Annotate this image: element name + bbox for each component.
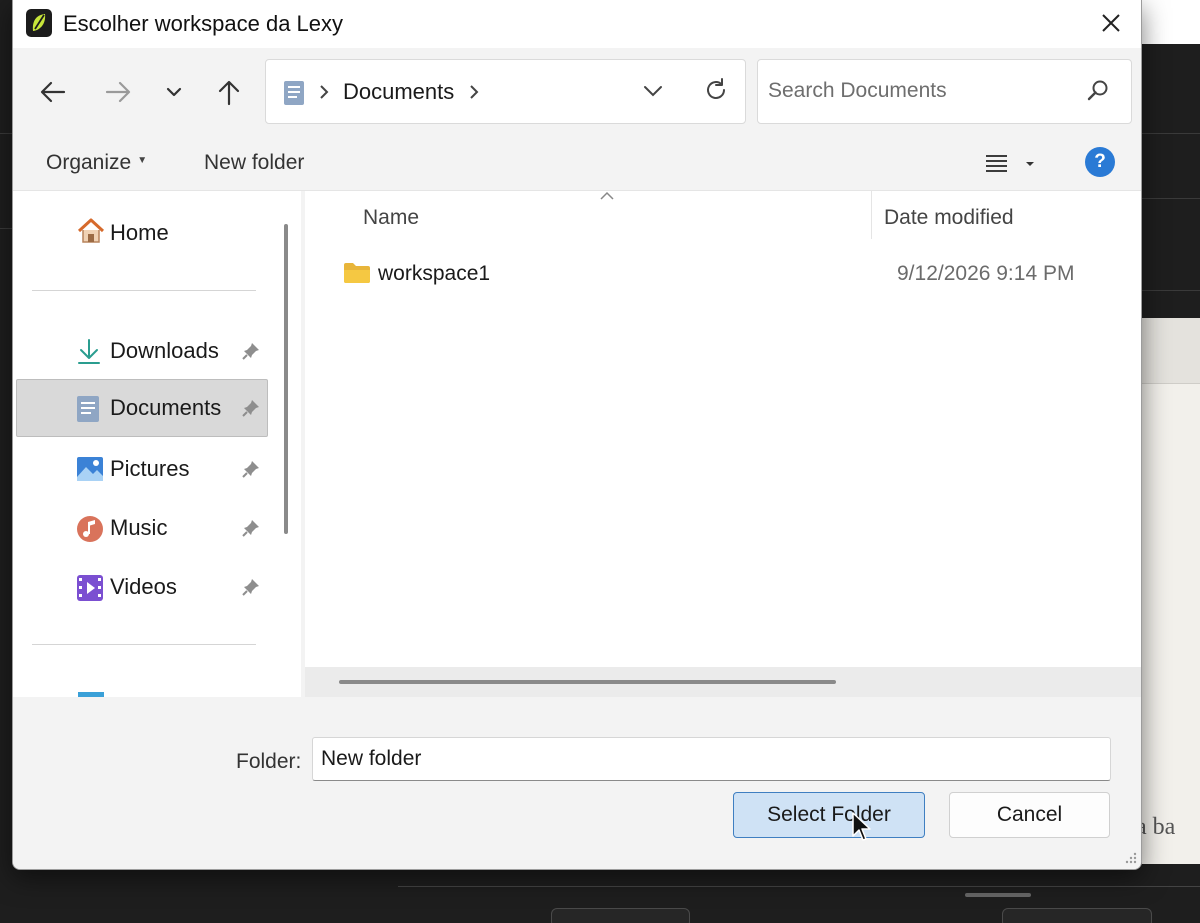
folder-name-input[interactable]: [312, 737, 1111, 781]
sidebar-item-label: Documents: [110, 395, 222, 420]
address-dropdown-button[interactable]: [640, 78, 670, 104]
background-tab: [1002, 908, 1152, 923]
home-icon: [77, 218, 105, 243]
chevron-down-icon: [166, 87, 182, 97]
navigation-bar: Documents: [13, 48, 1141, 134]
sidebar-divider: [32, 290, 256, 291]
sidebar-item-downloads[interactable]: Downloads: [16, 322, 268, 380]
help-button[interactable]: ?: [1085, 147, 1115, 177]
refresh-icon: [707, 78, 725, 99]
sidebar-item-label: Music: [110, 515, 168, 540]
pin-icon[interactable]: [242, 399, 260, 417]
background-drag-handle: [965, 893, 1031, 897]
column-separator[interactable]: [871, 191, 872, 239]
resize-grip-icon[interactable]: [1123, 852, 1137, 866]
videos-icon: [77, 575, 103, 601]
download-icon: [78, 339, 100, 364]
pin-icon[interactable]: [242, 460, 260, 478]
back-button[interactable]: [30, 72, 74, 112]
sidebar-item-videos[interactable]: Videos: [16, 558, 268, 616]
up-button[interactable]: [206, 72, 250, 112]
horizontal-scrollbar-thumb[interactable]: [339, 680, 836, 684]
arrow-up-icon: [218, 80, 240, 106]
column-header-date-modified[interactable]: Date modified: [884, 206, 1014, 230]
title-bar: Escolher workspace da Lexy: [13, 0, 1141, 48]
refresh-button[interactable]: [702, 76, 732, 106]
cancel-button[interactable]: Cancel: [949, 792, 1110, 838]
search-input[interactable]: [768, 76, 1068, 106]
caret-down-icon: ▼: [137, 154, 148, 166]
address-bar[interactable]: Documents: [265, 59, 746, 124]
mouse-cursor-icon: [852, 812, 871, 841]
background-divider: [1142, 198, 1200, 199]
sidebar-item-pictures[interactable]: Pictures: [16, 440, 268, 498]
sidebar-scrollbar-thumb[interactable]: [284, 224, 288, 534]
sort-ascending-icon: [600, 191, 614, 200]
background-window-strip: [1140, 0, 1200, 44]
file-list: Name Date modified workspace1 9/12/2026 …: [305, 191, 1141, 697]
navigation-pane: Home Downloads Documents Pictures Music …: [13, 191, 271, 697]
dialog-footer: Folder: Select Folder Cancel: [13, 697, 1141, 869]
folder-field-label: Folder:: [236, 750, 302, 773]
pin-icon[interactable]: [242, 519, 260, 537]
recent-locations-button[interactable]: [152, 72, 196, 112]
sidebar-item-music[interactable]: Music: [16, 499, 268, 557]
close-button[interactable]: [1081, 0, 1141, 48]
background-tab: [551, 908, 690, 923]
background-document: [1142, 318, 1200, 864]
sidebar-divider: [32, 644, 256, 645]
background-divider: [0, 133, 12, 134]
background-divider: [398, 886, 1200, 887]
documents-icon: [77, 396, 99, 422]
search-icon[interactable]: [1086, 79, 1110, 103]
lexy-leaf-icon: [26, 9, 52, 37]
chevron-right-icon[interactable]: [468, 83, 480, 101]
horizontal-scrollbar[interactable]: [305, 667, 1141, 697]
chevron-down-icon: [644, 86, 662, 97]
pin-icon[interactable]: [242, 578, 260, 596]
pictures-icon: [77, 457, 103, 481]
sidebar-item-label: Downloads: [110, 338, 219, 363]
music-icon: [77, 516, 103, 542]
sidebar-item-label: Pictures: [110, 456, 190, 481]
column-header-name[interactable]: Name: [363, 206, 419, 230]
sidebar-item-label: Videos: [110, 574, 177, 599]
file-row[interactable]: workspace1 9/12/2026 9:14 PM: [305, 249, 1141, 299]
select-folder-button[interactable]: Select Folder: [733, 792, 925, 838]
view-options-icon: [986, 155, 1034, 172]
file-date-modified: 9/12/2026 9:14 PM: [897, 262, 1075, 285]
organize-menu-button[interactable]: Organize ▼: [46, 151, 147, 175]
pin-icon[interactable]: [242, 342, 260, 360]
background-document-header: [1142, 318, 1200, 384]
forward-button[interactable]: [95, 72, 139, 112]
search-box[interactable]: [757, 59, 1132, 124]
documents-icon: [284, 81, 304, 105]
background-divider: [1142, 133, 1200, 134]
file-name: workspace1: [378, 262, 491, 285]
background-divider: [1142, 290, 1200, 291]
arrow-right-icon: [105, 81, 131, 103]
folder-picker-dialog: Escolher workspace da Lexy Documents Sea…: [12, 0, 1142, 870]
command-bar: Organize ▼ New folder ?: [13, 134, 1141, 191]
arrow-left-icon: [40, 81, 66, 103]
sidebar-item-documents[interactable]: Documents: [16, 379, 268, 437]
organize-label: Organize: [46, 151, 132, 174]
close-icon: [1102, 14, 1120, 32]
view-options-button[interactable]: [983, 150, 1039, 176]
background-divider: [0, 228, 12, 229]
sidebar-item-label: Home: [110, 220, 169, 245]
new-folder-button[interactable]: New folder: [204, 151, 304, 175]
breadcrumb-documents[interactable]: Documents: [343, 79, 454, 105]
chevron-right-icon: [320, 85, 329, 99]
folder-icon: [344, 263, 370, 283]
dialog-title: Escolher workspace da Lexy: [63, 11, 344, 36]
sidebar-item-home[interactable]: Home: [16, 204, 268, 262]
